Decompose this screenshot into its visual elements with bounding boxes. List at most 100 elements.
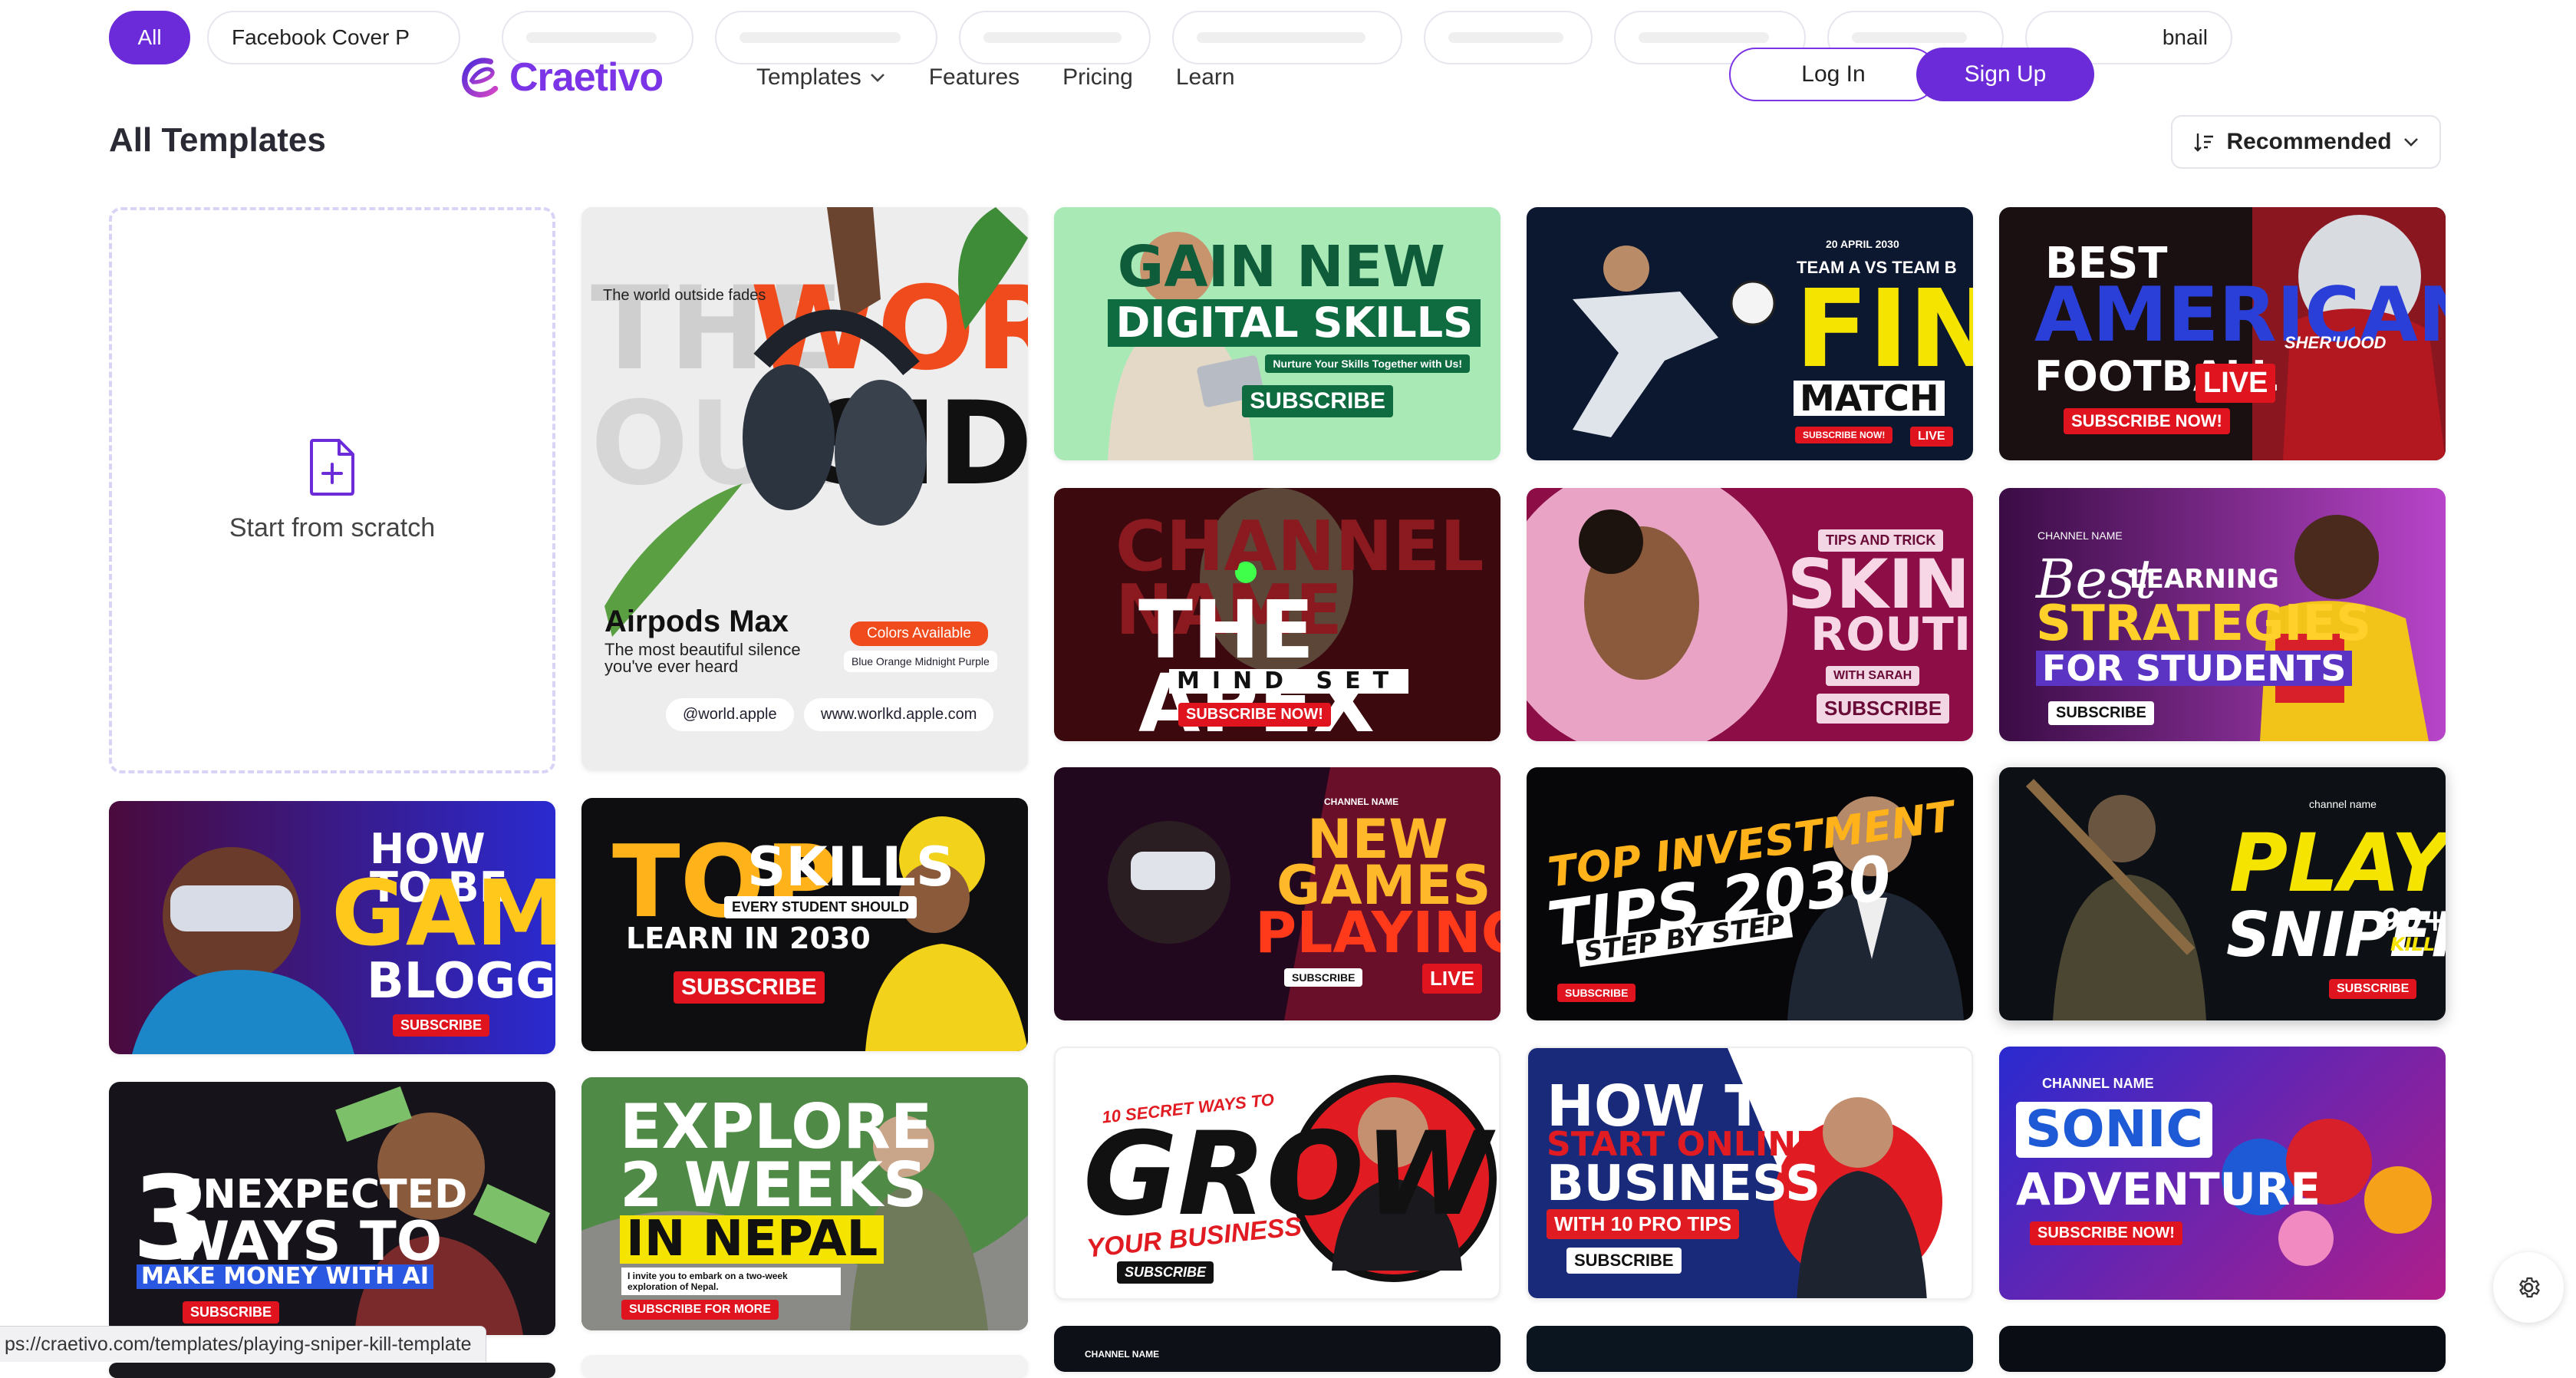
template-card-american-football[interactable]: BEST AMERICAN FOOTBALL LIVE SUBSCRIBE NO…	[1999, 207, 2446, 460]
games-channel: CHANNEL NAME	[1324, 796, 1399, 807]
start-from-scratch-card[interactable]: Start from scratch	[109, 207, 555, 773]
money-line2: WAYS TO	[170, 1210, 443, 1273]
new-document-icon	[310, 438, 354, 496]
template-card-the-apex[interactable]: CHANNEL NAME THE APEX MIND SET SUBSCRIBE…	[1054, 488, 1500, 741]
grow-subscribe: SUBSCRIBE	[1117, 1261, 1214, 1284]
games-live: LIVE	[1422, 964, 1482, 994]
template-card-grow-business[interactable]: 10 SECRET WAYS TO GROW YOUR BUSINESS SUB…	[1054, 1047, 1500, 1300]
football-live: LIVE	[2196, 364, 2276, 403]
template-card-sonic-adventure[interactable]: CHANNEL NAME SONIC ADVENTURE SUBSCRIBE N…	[1999, 1047, 2446, 1300]
link-preview-statusbar: ps://craetivo.com/templates/playing-snip…	[0, 1326, 486, 1362]
gaming-line3: BLOGGER	[367, 953, 555, 1010]
investment-subscribe: SUBSCRIBE	[1557, 984, 1636, 1002]
money-line3: MAKE MONEY WITH AI	[137, 1264, 434, 1289]
craetivo-logo-icon	[462, 58, 499, 97]
chip-placeholder	[983, 32, 1122, 43]
learning-for: FOR STUDENTS	[2036, 651, 2353, 687]
nepal-line1: EXPLORE	[620, 1091, 933, 1162]
skincare-subscribe: SUBSCRIBE	[1817, 694, 1950, 724]
template-card-partial[interactable]	[1527, 1326, 1973, 1372]
apex-subscribe: SUBSCRIBE NOW!	[1178, 703, 1331, 727]
template-card-partial[interactable]	[581, 1355, 1028, 1378]
learning-word: LEARNING	[2130, 564, 2279, 595]
chip-placeholder	[1852, 32, 1967, 43]
template-card-make-money[interactable]: 3 UNEXPECTED WAYS TO MAKE MONEY WITH AI …	[109, 1082, 555, 1335]
airpods-site: www.worlkd.apple.com	[804, 698, 994, 731]
chip-label: bnail	[2162, 25, 2208, 49]
airpods-product: Airpods Max	[604, 605, 789, 638]
page-title: All Templates	[109, 121, 326, 159]
template-card-investment-tips[interactable]: TOP INVESTMENT TIPS 2030 STEP BY STEP SU…	[1527, 767, 1973, 1020]
template-card-learning-strategies[interactable]: CHANNEL NAME Best LEARNING STRATEGIES FO…	[1999, 488, 2446, 741]
chip-placeholder	[740, 32, 901, 43]
chip-all-label: All	[137, 25, 162, 49]
chip-placeholder	[526, 32, 657, 43]
digital-subscribe: SUBSCRIBE	[1242, 385, 1393, 417]
learning-subscribe: SUBSCRIBE	[2048, 701, 2154, 725]
menu-features-label: Features	[928, 64, 1020, 90]
business-subscribe: SUBSCRIBE	[1566, 1248, 1682, 1274]
template-card-explore-nepal[interactable]: EXPLORE 2 WEEKS IN NEPAL I invite you to…	[581, 1077, 1028, 1330]
match-date: 20 APRIL 2030	[1826, 238, 1899, 250]
template-card-final-match[interactable]: 20 APRIL 2030 TEAM A VS TEAM B FINAL MAT…	[1527, 207, 1973, 460]
skincare-line2: ROUTINE	[1810, 608, 1973, 661]
signup-button[interactable]: Sign Up	[1916, 48, 2094, 101]
sonic-sub: ADVENTURE	[2016, 1163, 2321, 1215]
login-button[interactable]: Log In	[1729, 48, 1938, 101]
airpods-kicker: The world outside fades	[603, 287, 766, 304]
games-line3: PLAYING	[1255, 900, 1500, 966]
menu-pricing[interactable]: Pricing	[1062, 64, 1133, 91]
menu-templates[interactable]: Templates	[756, 64, 886, 91]
brand-logo[interactable]: Craetivo	[457, 48, 664, 107]
digital-line1: GAIN NEW	[1117, 234, 1445, 300]
skincare-line1: SKINCARE	[1787, 545, 1973, 624]
match-box: MATCH	[1794, 381, 1945, 417]
topskills-skills: SKILLS	[747, 836, 955, 898]
nepal-line3: IN NEPAL	[620, 1215, 884, 1264]
digital-line2: DIGITAL SKILLS	[1108, 299, 1481, 347]
skincare-with: WITH SARAH	[1826, 666, 1920, 686]
money-subscribe: SUBSCRIBE	[183, 1301, 280, 1324]
menu-pricing-label: Pricing	[1062, 64, 1133, 90]
business-line3: BUSINESS	[1547, 1155, 1821, 1212]
template-card-playing-sniper[interactable]: channel name PLAYING SNIPER 90+ KILL SUB…	[1999, 767, 2446, 1020]
template-card-top-skills[interactable]: TOP SKILLS EVERY STUDENT SHOULD LEARN IN…	[581, 798, 1028, 1051]
template-card-skincare[interactable]: TIPS AND TRICK SKINCARE ROUTINE WITH SAR…	[1527, 488, 1973, 741]
nepal-sub: I invite you to embark on a two-week exp…	[621, 1268, 841, 1295]
menu-learn-label: Learn	[1175, 64, 1235, 90]
template-card-online-business[interactable]: HOW TO START ONLINE BUSINESS WITH 10 PRO…	[1527, 1047, 1973, 1300]
menu-templates-label: Templates	[756, 64, 861, 90]
money-line1: UNEXPECTED	[170, 1172, 468, 1218]
sniper-num: 90+	[2380, 903, 2446, 938]
template-card-gaming-blogger[interactable]: HOW TO BE GAMING BLOGGER SUBSCRIBE	[109, 801, 555, 1054]
template-card-partial[interactable]	[109, 1363, 555, 1378]
apex-sub: MIND SET	[1169, 669, 1409, 694]
nepal-subscribe: SUBSCRIBE FOR MORE	[621, 1300, 779, 1320]
sort-dropdown[interactable]: Recommended	[2171, 115, 2441, 169]
chip-label: Facebook Cover P	[232, 25, 410, 49]
football-subscribe: SUBSCRIBE NOW!	[2064, 408, 2230, 434]
template-card-new-games[interactable]: CHANNEL NAME NEW GAMES PLAYING SUBSCRIBE…	[1054, 767, 1500, 1020]
menu-learn[interactable]: Learn	[1176, 64, 1235, 91]
grow-big: GROW	[1083, 1108, 1491, 1241]
games-subscribe: SUBSCRIBE	[1284, 968, 1363, 987]
airpods-handle: @world.apple	[666, 698, 794, 731]
template-card-partial[interactable]: CHANNEL NAME	[1054, 1326, 1500, 1372]
sniper-line1: PLAYING	[2229, 816, 2446, 910]
learning-channel: CHANNEL NAME	[2037, 529, 2123, 542]
template-card-digital-skills[interactable]: GAIN NEW DIGITAL SKILLS Nurture Your Ski…	[1054, 207, 1500, 460]
airpods-colors-badge: Colors Available	[850, 621, 988, 646]
digital-sub: Nurture Your Skills Together with Us!	[1265, 354, 1470, 373]
sniper-kill: KILL	[2390, 934, 2436, 955]
template-card-partial[interactable]	[1999, 1326, 2446, 1372]
sort-icon	[2194, 134, 2214, 152]
topskills-learn: LEARN IN 2030	[626, 921, 871, 955]
gaming-line2: GAMING	[331, 860, 555, 966]
settings-button[interactable]	[2493, 1252, 2564, 1323]
gear-icon	[2519, 1277, 2540, 1298]
airpods-tagline: The most beautiful silence you've ever h…	[604, 640, 801, 676]
sonic-channel: CHANNEL NAME	[2042, 1076, 2154, 1091]
business-box: WITH 10 PRO TIPS	[1547, 1209, 1740, 1239]
menu-features[interactable]: Features	[929, 64, 1020, 91]
template-card-airpods-max[interactable]: THE WORLD OUT SIDE The world outside fad…	[581, 207, 1028, 770]
